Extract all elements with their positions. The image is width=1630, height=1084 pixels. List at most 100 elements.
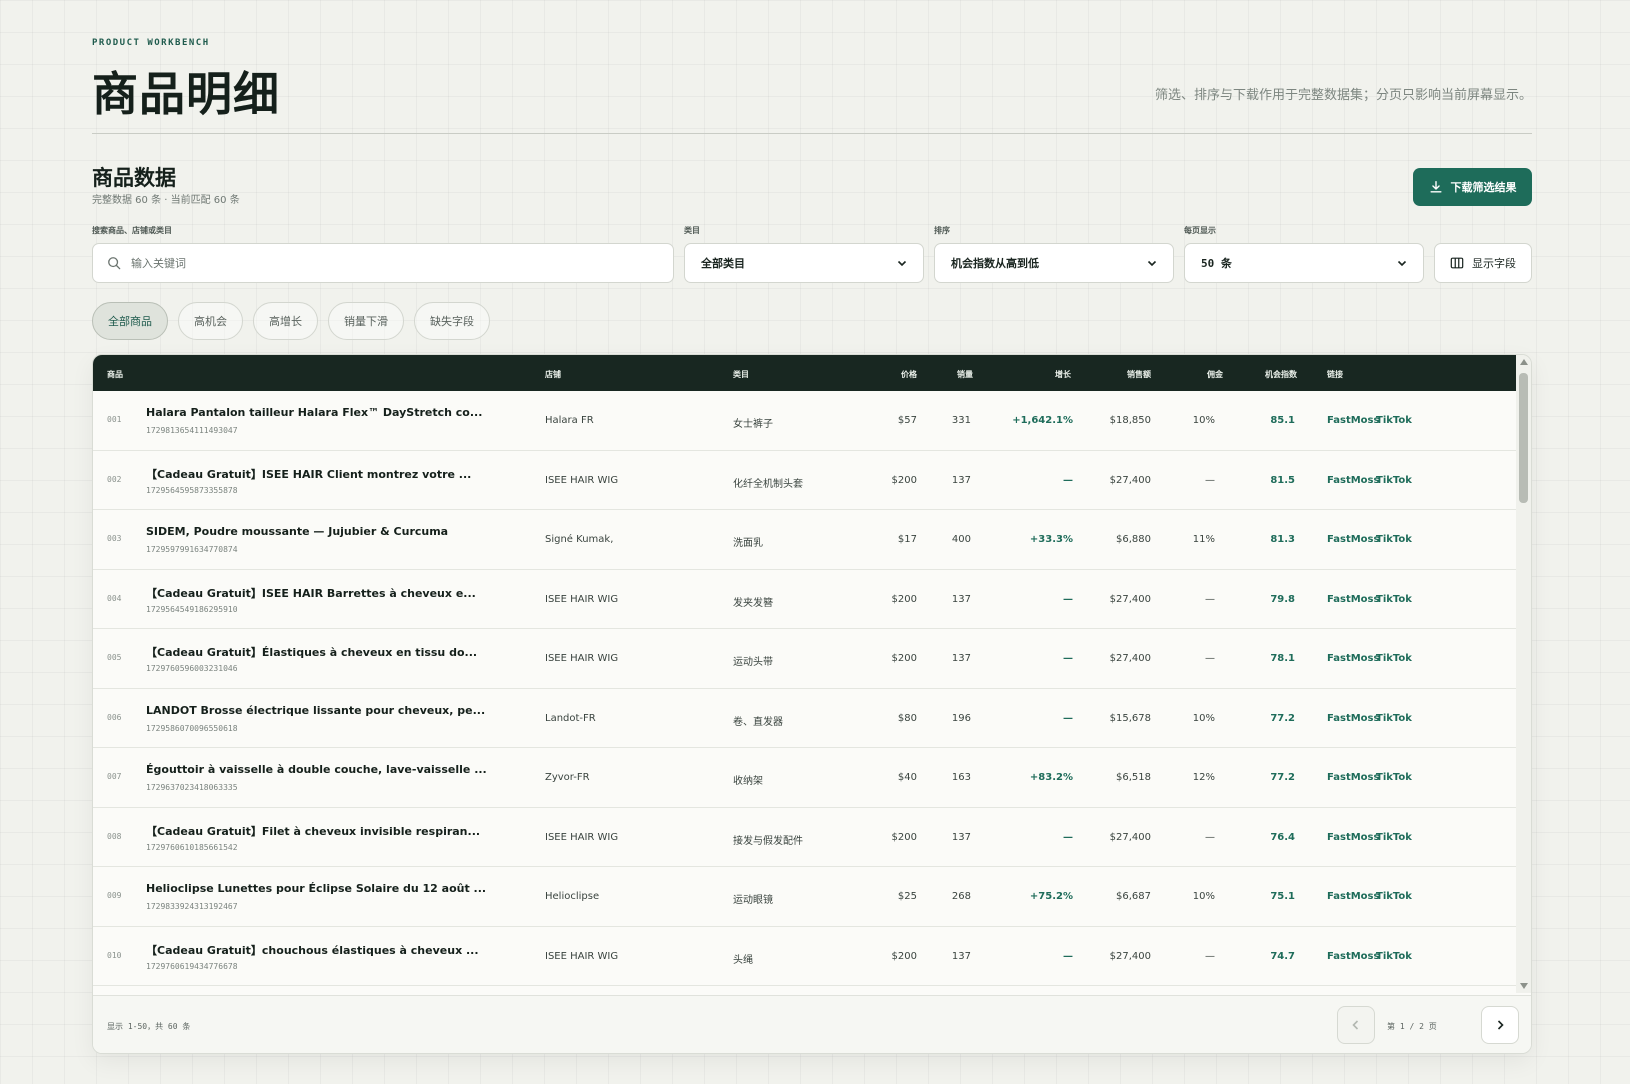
chip-missing-fields[interactable]: 缺失字段 (414, 302, 490, 340)
tiktok-link[interactable]: TikTok (1376, 713, 1412, 724)
table-row-product-name[interactable]: 【Cadeau Gratuit】Élastiques à cheveux en … (146, 644, 477, 660)
page-title: 商品明细 (92, 67, 280, 121)
table-header: 商品 店铺 类目 价格 销量 增长 销售额 佣金 机会指数 链接 (93, 355, 1517, 391)
table-row-product-name[interactable]: LANDOT Brosse électrique lissante pour c… (146, 704, 485, 717)
table-row-sales: 196 (951, 712, 971, 724)
table-row[interactable]: 002 【Cadeau Gratuit】ISEE HAIR Client mont… (93, 451, 1517, 510)
table-row[interactable]: 010 【Cadeau Gratuit】chouchous élastiques … (93, 927, 1517, 986)
table-row-sales: 137 (951, 831, 971, 843)
filter-chips: 全部商品 高机会 高增长 销量下滑 缺失字段 (92, 302, 490, 340)
fastmoss-link[interactable]: FastMoss (1327, 951, 1379, 962)
header-price[interactable]: 价格 (901, 369, 917, 380)
table-row[interactable]: 005 【Cadeau Gratuit】Élastiques à cheveux … (93, 629, 1517, 689)
scroll-up-arrow[interactable] (1520, 359, 1528, 365)
tiktok-link[interactable]: TikTok (1376, 475, 1412, 486)
fastmoss-link[interactable]: FastMoss (1327, 534, 1379, 545)
table-row-rank: 004 (107, 593, 122, 603)
table-row-rank: 001 (107, 415, 122, 424)
tiktok-link[interactable]: TikTok (1376, 832, 1412, 843)
table-row-growth: — (1063, 653, 1073, 664)
prev-page-button[interactable] (1337, 1006, 1375, 1044)
tiktok-link[interactable]: TikTok (1376, 772, 1412, 783)
sort-select[interactable]: 机会指数从高到低 (934, 243, 1174, 283)
category-select[interactable]: 全部类目 (684, 243, 924, 283)
table-row-store: ISEE HAIR WIG (545, 653, 619, 664)
scrollbar-thumb[interactable] (1519, 373, 1528, 503)
table-row-score: 77.2 (1270, 772, 1295, 783)
tiktok-link[interactable]: TikTok (1376, 415, 1412, 426)
tiktok-link[interactable]: TikTok (1376, 951, 1412, 962)
fastmoss-link[interactable]: FastMoss (1327, 772, 1379, 783)
chip-all[interactable]: 全部商品 (92, 302, 168, 340)
chip-sales-decline[interactable]: 销量下滑 (328, 302, 404, 340)
next-page-button[interactable] (1481, 1006, 1519, 1044)
table-row-product-name[interactable]: 【Cadeau Gratuit】Filet à cheveux invisibl… (146, 823, 480, 839)
table-row-sales: 331 (951, 415, 971, 426)
table-row-sales: 400 (951, 534, 971, 545)
tiktok-link[interactable]: TikTok (1376, 891, 1412, 902)
table-row-growth: +1,642.1% (1012, 415, 1073, 426)
table-row-store: Landot-FR (545, 712, 596, 724)
table-row-product-name[interactable]: Helioclipse Lunettes pour Éclipse Solair… (146, 882, 486, 895)
tiktok-link[interactable]: TikTok (1376, 594, 1412, 605)
table-row-category: 女士裤子 (733, 419, 773, 430)
search-icon (108, 257, 121, 270)
table-row-growth: — (1063, 593, 1073, 605)
header-sales[interactable]: 销量 (957, 369, 973, 380)
fastmoss-link[interactable]: FastMoss (1327, 891, 1379, 902)
table-row-product-name[interactable]: 【Cadeau Gratuit】ISEE HAIR Client montrez… (146, 466, 471, 482)
tiktok-link[interactable]: TikTok (1376, 653, 1412, 664)
table-row[interactable]: 006 LANDOT Brosse électrique lissante pou… (93, 689, 1517, 748)
page-size-select[interactable]: 50 条 (1184, 243, 1424, 283)
table-row-product-name[interactable]: 【Cadeau Gratuit】ISEE HAIR Barrettes à ch… (146, 585, 476, 601)
chevron-left-icon (1352, 1020, 1359, 1030)
table-row-category: 发夹发簪 (733, 597, 773, 609)
table-row-product-name[interactable]: Halara Pantalon tailleur Halara Flex™ Da… (146, 406, 482, 419)
table-row-product-name[interactable]: 【Cadeau Gratuit】chouchous élastiques à c… (146, 942, 479, 958)
table-row-score: 77.2 (1270, 712, 1295, 724)
download-button[interactable]: 下载筛选结果 (1413, 168, 1532, 206)
table-row-revenue: $15,678 (1109, 712, 1151, 724)
table-row-product-name[interactable]: SIDEM, Poudre moussante — Jujubier & Cur… (146, 525, 448, 538)
table-row-score: 81.3 (1270, 534, 1295, 545)
vertical-scrollbar[interactable] (1516, 355, 1531, 993)
header-product[interactable]: 商品 (107, 369, 123, 380)
table-row-product-name[interactable]: Égouttoir à vaisselle à double couche, l… (146, 763, 487, 776)
table-row[interactable]: 007 Égouttoir à vaisselle à double couche… (93, 748, 1517, 808)
columns-button[interactable]: 显示字段 (1434, 243, 1532, 283)
table-row[interactable]: 009 Helioclipse Lunettes pour Éclipse Sol… (93, 867, 1517, 927)
fastmoss-link[interactable]: FastMoss (1327, 475, 1379, 486)
fastmoss-link[interactable]: FastMoss (1327, 653, 1379, 664)
chip-high-growth[interactable]: 高增长 (253, 302, 318, 340)
section-meta: 完整数据 60 条 · 当前匹配 60 条 (92, 195, 240, 206)
header-category[interactable]: 类目 (733, 369, 749, 380)
header-revenue[interactable]: 销售额 (1127, 369, 1151, 380)
table-row-score: 74.7 (1270, 950, 1295, 962)
fastmoss-link[interactable]: FastMoss (1327, 415, 1379, 426)
table-row-store: ISEE HAIR WIG (545, 474, 619, 486)
chip-high-opportunity[interactable]: 高机会 (178, 302, 243, 340)
header-commission[interactable]: 佣金 (1207, 369, 1223, 380)
table-row[interactable]: 008 【Cadeau Gratuit】Filet à cheveux invis… (93, 808, 1517, 867)
table-row-sales: 137 (951, 950, 971, 962)
fastmoss-link[interactable]: FastMoss (1327, 832, 1379, 843)
table-row-store: ISEE HAIR WIG (545, 593, 619, 605)
fastmoss-link[interactable]: FastMoss (1327, 594, 1379, 605)
search-input[interactable]: 输入关键词 (92, 243, 674, 283)
fastmoss-link[interactable]: FastMoss (1327, 713, 1379, 724)
table-row-score: 85.1 (1270, 415, 1295, 426)
table-row[interactable]: 004 【Cadeau Gratuit】ISEE HAIR Barrettes à… (93, 570, 1517, 629)
table-row[interactable]: 003 SIDEM, Poudre moussante — Jujubier & … (93, 510, 1517, 570)
header-store[interactable]: 店铺 (545, 369, 561, 380)
table-row-product-id: 1729760596003231046 (146, 664, 238, 673)
tiktok-link[interactable]: TikTok (1376, 534, 1412, 545)
table-row-commission: 10% (1192, 712, 1215, 724)
header-growth[interactable]: 增长 (1055, 369, 1071, 380)
scroll-down-arrow[interactable] (1520, 983, 1528, 989)
table-row-product-id: 1729637023418063335 (146, 783, 238, 792)
header-score[interactable]: 机会指数 (1265, 369, 1297, 380)
table-row-rank: 003 (107, 534, 122, 543)
table-row[interactable]: 001 Halara Pantalon tailleur Halara Flex™… (93, 391, 1517, 451)
table-row-sales: 137 (951, 653, 971, 664)
table-row-sales: 268 (951, 891, 971, 902)
